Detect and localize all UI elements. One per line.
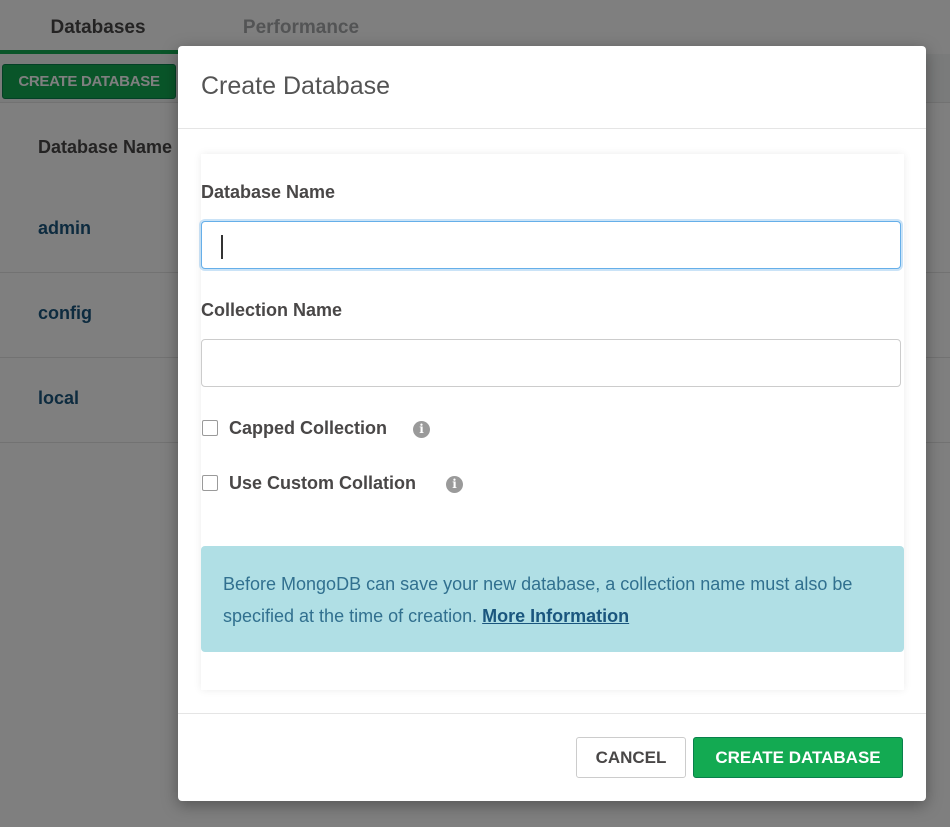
custom-collation-checkbox[interactable]: [202, 475, 218, 491]
collection-name-input[interactable]: [201, 339, 901, 387]
more-information-link[interactable]: More Information: [482, 606, 629, 626]
cancel-button[interactable]: CANCEL: [576, 737, 686, 778]
modal-header: Create Database: [178, 46, 926, 129]
database-name-input[interactable]: [201, 221, 901, 269]
database-name-label: Database Name: [201, 182, 336, 202]
modal-body: Database Name Collection Name Capped Col…: [201, 154, 904, 690]
modal-footer: CANCEL CREATE DATABASE: [178, 713, 926, 802]
custom-collation-label[interactable]: Use Custom Collation: [229, 473, 416, 494]
modal-title: Create Database: [201, 72, 391, 100]
collection-name-label: Collection Name: [201, 300, 343, 320]
info-banner: Before MongoDB can save your new databas…: [201, 546, 904, 652]
create-database-modal: Create Database Database Name Collection…: [178, 46, 926, 801]
info-circle-icon[interactable]: i: [413, 421, 430, 438]
capped-collection-label[interactable]: Capped Collection: [229, 418, 387, 439]
text-cursor: [221, 235, 223, 259]
create-database-button[interactable]: CREATE DATABASE: [693, 737, 903, 778]
capped-collection-checkbox[interactable]: [202, 420, 218, 436]
info-circle-icon[interactable]: i: [446, 476, 463, 493]
